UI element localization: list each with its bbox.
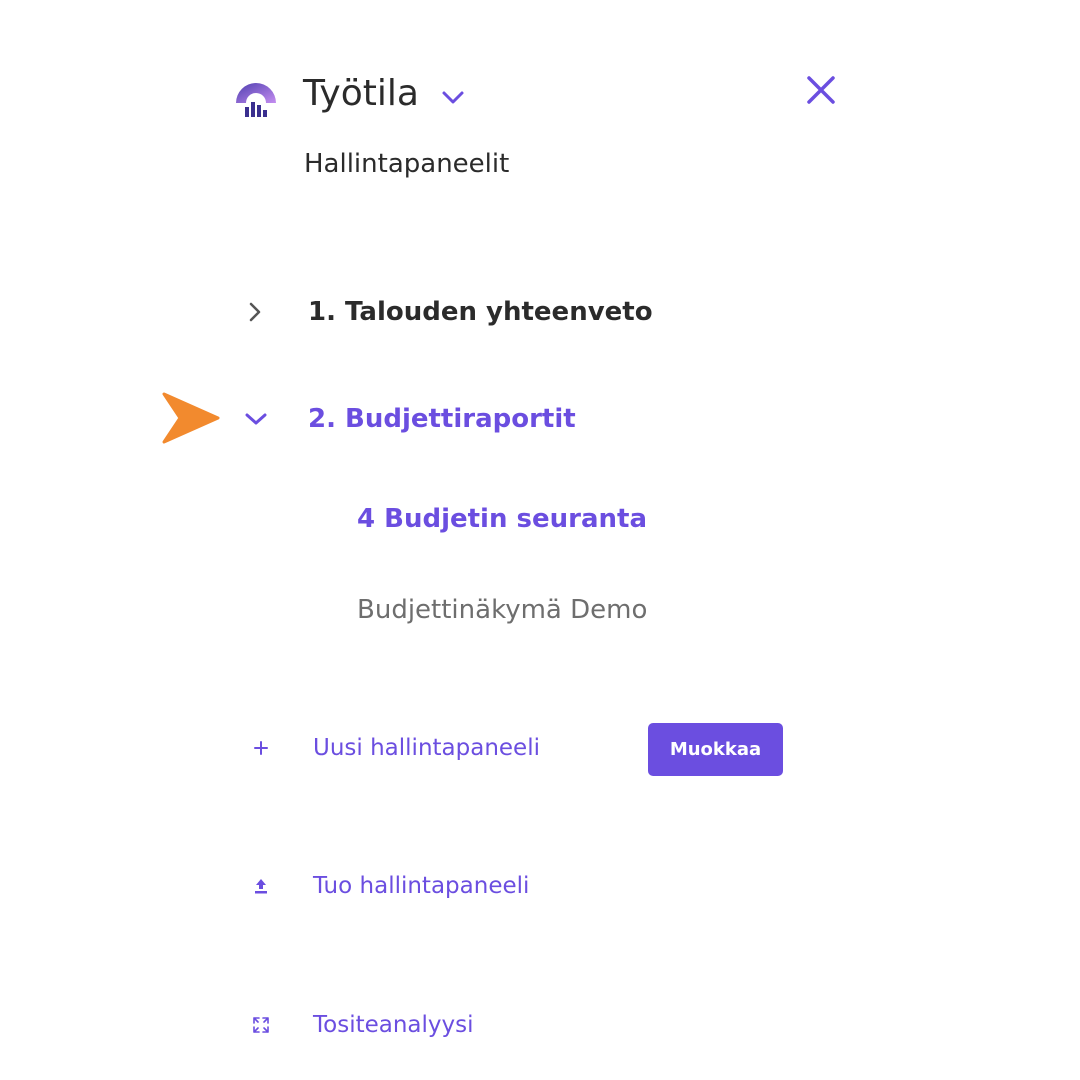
workspace-logo-icon xyxy=(231,73,281,121)
tree-item-talouden-yhteenveto[interactable]: 1. Talouden yhteenveto xyxy=(236,287,696,337)
import-dashboard-button[interactable]: Tuo hallintapaneeli xyxy=(246,864,606,908)
edit-button[interactable]: Muokkaa xyxy=(648,723,783,776)
new-dashboard-button[interactable]: Uusi hallintapaneeli xyxy=(246,726,606,770)
close-icon[interactable] xyxy=(803,72,839,108)
pointer-arrow-icon xyxy=(160,388,222,450)
upload-icon xyxy=(246,872,276,900)
section-subtitle: Hallintapaneelit xyxy=(304,149,510,179)
voucher-analysis-button[interactable]: Tositeanalyysi xyxy=(246,1003,546,1047)
chevron-down-icon[interactable] xyxy=(236,404,276,434)
voucher-analysis-label: Tositeanalyysi xyxy=(313,1012,474,1038)
import-dashboard-label: Tuo hallintapaneeli xyxy=(313,873,530,899)
tree-item-label: 2. Budjettiraportit xyxy=(308,404,576,434)
plus-icon xyxy=(246,734,276,762)
tree-item-budjettiraportit[interactable]: 2. Budjettiraportit xyxy=(236,394,656,444)
chevron-down-icon[interactable] xyxy=(438,82,468,112)
expand-icon xyxy=(246,1011,276,1039)
new-dashboard-label: Uusi hallintapaneeli xyxy=(313,735,540,761)
chevron-right-icon[interactable] xyxy=(236,297,276,327)
dashboard-item-budjetin-seuranta[interactable]: 4 Budjetin seuranta xyxy=(357,497,647,541)
workspace-title[interactable]: Työtila xyxy=(303,70,419,118)
dashboard-item-budjettinakyma-demo[interactable]: Budjettinäkymä Demo xyxy=(357,588,647,632)
tree-item-label: 1. Talouden yhteenveto xyxy=(308,297,653,327)
